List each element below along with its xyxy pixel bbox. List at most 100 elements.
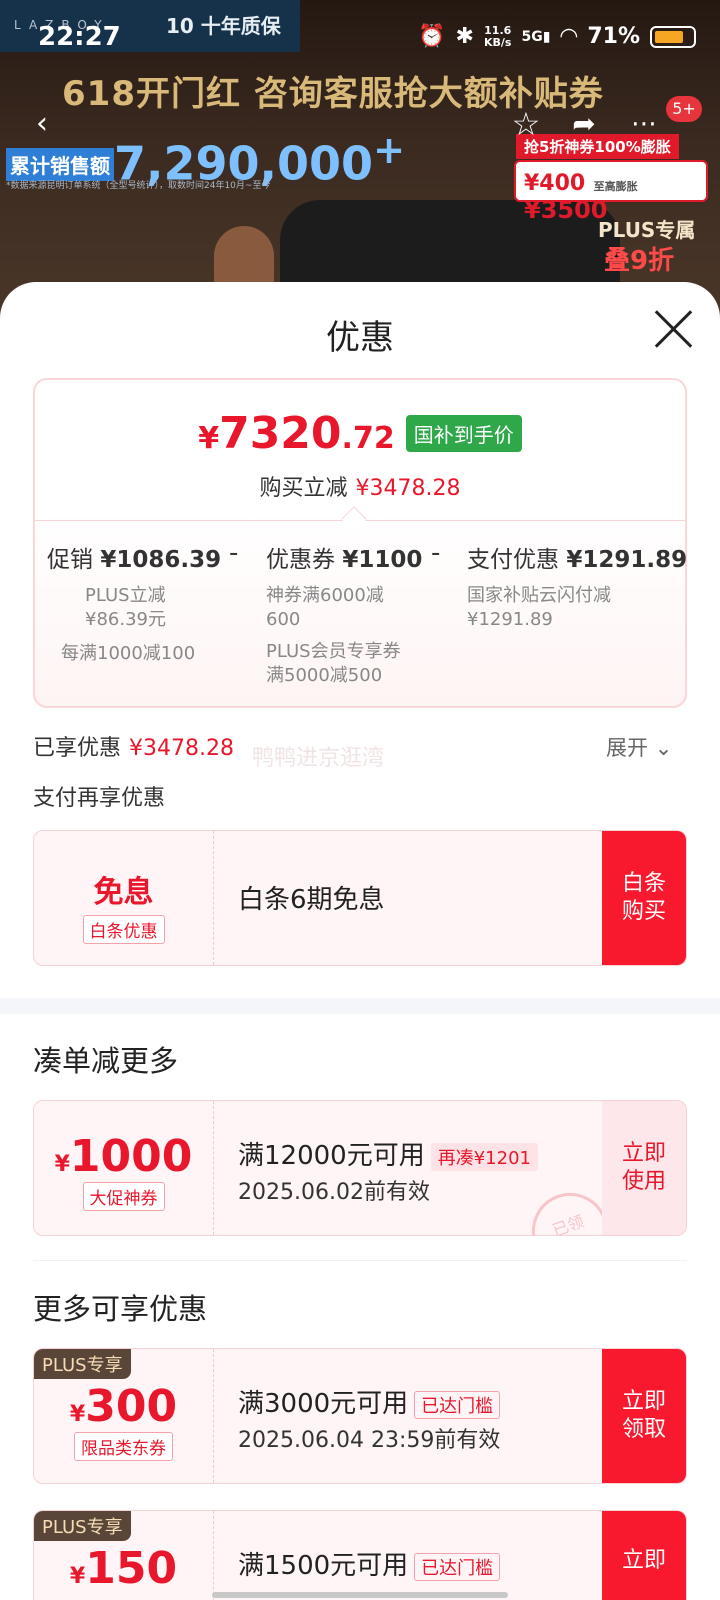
- coupon-label: 优惠券: [266, 547, 335, 573]
- signal-type: 5G: [521, 28, 543, 45]
- baitiao-cta-2: 购买: [621, 899, 666, 924]
- wifi-icon: ◠: [560, 24, 578, 49]
- alarm-icon: ⏰: [418, 24, 446, 49]
- coupon-300-cond: 满3000元可用: [238, 1389, 409, 1419]
- use-cta-1: 立即: [621, 1141, 666, 1166]
- subsidy-box: ¥400 至高膨胀 ¥3500: [514, 160, 708, 224]
- plus-discount: 叠9折: [604, 246, 675, 276]
- discount-sheet: 优惠 ¥7320.72 国补到手价 购买立减 ¥3478.28 促销 ¥1086.…: [0, 282, 720, 1600]
- promo-label: 促销: [47, 547, 93, 573]
- coupon-1000-value: 1000: [69, 1131, 193, 1182]
- claim-button[interactable]: 立即: [602, 1511, 686, 1600]
- enjoyed-discount: 已享优惠 ¥3478.28: [33, 730, 234, 762]
- battery-icon: [650, 25, 696, 48]
- payment-label: 支付优惠: [467, 547, 559, 573]
- coupon-1000-tag: 大促神券: [82, 1182, 165, 1211]
- coupon-1000-info: 满12000元可用 再凑¥1201 2025.06.02前有效: [238, 1135, 538, 1235]
- baitiao-buy-button[interactable]: 白条 购买: [602, 831, 686, 965]
- home-indicator[interactable]: [212, 1592, 508, 1598]
- section-avail-title: 更多可享优惠: [33, 1292, 208, 1326]
- price-decimal: .72: [341, 421, 395, 456]
- coupon-1000-cond-row: 满12000元可用 再凑¥1201: [238, 1135, 538, 1172]
- sales-plus: +: [373, 128, 406, 173]
- coupon-1000[interactable]: ¥1000 大促神券 满12000元可用 再凑¥1201 2025.06.02前有…: [33, 1100, 687, 1236]
- promo-value: ¥1086.39: [100, 547, 222, 573]
- net-speed-unit: KB/s: [483, 35, 512, 49]
- coupon-300-currency: ¥: [69, 1402, 86, 1427]
- expand-label: 展开: [606, 736, 648, 760]
- baitiao-coupon[interactable]: 免息 白条优惠 白条6期免息 白条 购买: [33, 830, 687, 966]
- coupon-150-currency: ¥: [69, 1564, 86, 1589]
- coupon-column: 优惠券 ¥1100 神券满6000减 600 PLUS会员专享券 满5000减500: [266, 540, 436, 688]
- coupon-300-valid: 2025.06.04 23:59前有效: [238, 1428, 501, 1453]
- payment-detail-1: 国家补贴云闪付减: [467, 585, 611, 606]
- coupon-value: ¥1100: [342, 547, 423, 573]
- coupon-300-left: PLUS专享 ¥300 限品类东券: [34, 1349, 214, 1483]
- coupon-head: 优惠券 ¥1100: [266, 540, 436, 574]
- expand-button[interactable]: 展开 ⌄: [606, 732, 672, 762]
- claim-cta-1: 立即: [621, 1548, 666, 1573]
- coupon-detail-2: 600: [266, 609, 301, 630]
- share-icon[interactable]: ➦: [564, 104, 604, 144]
- claim-button[interactable]: 立即 领取: [602, 1349, 686, 1483]
- price-currency: ¥: [198, 421, 220, 456]
- use-cta-2: 使用: [621, 1169, 666, 1194]
- claim-cta-1: 立即: [621, 1389, 666, 1414]
- minus-sign: -: [229, 538, 239, 568]
- clock: 22:27: [38, 22, 121, 52]
- coupon-detail-4: 满5000减500: [266, 665, 383, 686]
- signal-icon: 5G▮: [521, 28, 551, 45]
- message-count-badge: 5+: [666, 96, 702, 122]
- coupon-detail: 神券满6000减 600: [266, 584, 436, 632]
- payment-detail: 国家补贴云闪付减 ¥1291.89: [467, 584, 679, 632]
- favorite-star-icon[interactable]: ☆: [506, 104, 546, 144]
- baitiao-left: 免息 白条优惠: [34, 831, 214, 965]
- coupon-1000-currency: ¥: [54, 1152, 70, 1177]
- final-price: ¥7320.72: [198, 408, 395, 459]
- use-now-button[interactable]: 立即 使用: [602, 1101, 686, 1235]
- plus-exclusive-badge: PLUS专享: [34, 1349, 131, 1379]
- payment-column: 支付优惠 ¥1291.89 国家补贴云闪付减 ¥1291.89: [467, 540, 687, 632]
- more-icon[interactable]: ⋯: [624, 104, 664, 144]
- section-separator: [33, 1260, 687, 1261]
- payment-detail-2: ¥1291.89: [467, 609, 553, 630]
- coupon-300-amount: ¥300: [34, 1381, 213, 1432]
- plus-exclusive-badge: PLUS专享: [34, 1511, 131, 1541]
- coupon-1000-left: ¥1000 大促神券: [34, 1101, 214, 1235]
- promo-column: 促销 ¥1086.39 PLUS立减 ¥86.39元 每满1000减100: [47, 540, 237, 666]
- chevron-down-icon: ⌄: [654, 736, 673, 760]
- coupon-150-value: 150: [85, 1543, 178, 1594]
- coupon-1000-cond: 满12000元可用: [238, 1141, 425, 1171]
- baitiao-tag: 白条优惠: [82, 915, 165, 944]
- status-bar: 22:27 ⏰ ✱ 11.6 KB/s 5G▮ ◠ 71%: [0, 0, 720, 74]
- promo-detail: PLUS立减 ¥86.39元: [47, 584, 237, 632]
- promo-detail-3: 每满1000减100: [61, 643, 196, 664]
- section-gap: [0, 998, 720, 1014]
- payment-head: 支付优惠 ¥1291.89: [467, 540, 687, 574]
- minus-sign: -: [431, 538, 441, 568]
- promo-head: 促销 ¥1086.39: [47, 540, 237, 574]
- save-label: 购买立减: [259, 476, 348, 501]
- promo-detail-1: PLUS立减: [85, 585, 166, 606]
- sales-label: 累计销售额: [6, 148, 114, 181]
- coupon-300[interactable]: PLUS专享 ¥300 限品类东券 满3000元可用 已达门槛 2025.06.0…: [33, 1348, 687, 1484]
- coupon-150-amount: ¥150: [34, 1543, 213, 1594]
- coupon-detail-3: PLUS会员专享券: [266, 641, 401, 662]
- gov-subsidy-tag: 国补到手价: [405, 415, 522, 452]
- promo-detail-2: ¥86.39元: [85, 609, 166, 630]
- bluetooth-icon: ✱: [455, 24, 474, 49]
- coupon-300-extra: 已达门槛: [414, 1390, 501, 1419]
- net-speed: 11.6 KB/s: [483, 24, 512, 49]
- section-more-title: 凑单减更多: [33, 1044, 179, 1078]
- subsidy-to: ¥3500: [524, 196, 608, 224]
- plus-label: PLUS专属: [598, 218, 696, 242]
- coupon-150-cond-row: 满1500元可用 已达门槛: [238, 1545, 501, 1582]
- payment-value: ¥1291.89: [566, 547, 688, 573]
- enjoyed-label: 已享优惠: [33, 736, 122, 761]
- coupon-150-left: PLUS专享 ¥150: [34, 1511, 214, 1600]
- back-icon[interactable]: ‹: [22, 104, 62, 144]
- coupon-150[interactable]: PLUS专享 ¥150 满1500元可用 已达门槛 立即: [33, 1510, 687, 1600]
- close-icon[interactable]: [652, 308, 694, 350]
- save-row: 购买立减 ¥3478.28: [35, 470, 685, 502]
- coupon-detail-1: 神券满6000减: [266, 585, 384, 606]
